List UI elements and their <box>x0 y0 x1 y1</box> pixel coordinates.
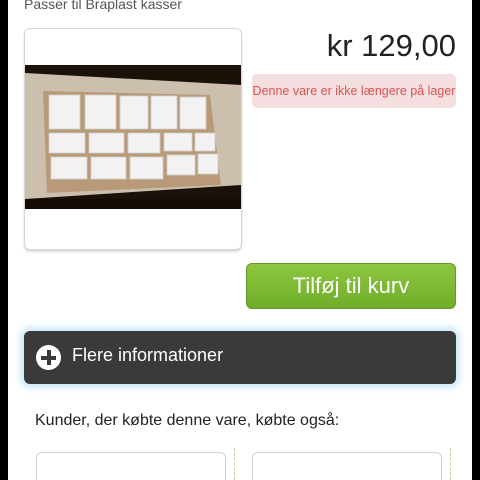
more-info-label: Flere informationer <box>72 345 224 365</box>
plus-icon <box>36 345 61 370</box>
product-subtitle: Passer til Braplast kasser <box>24 0 182 12</box>
product-page: Passer til Braplast kasser kr 129,00 Den… <box>8 0 472 480</box>
divider <box>234 448 235 480</box>
more-info-toggle[interactable]: Flere informationer <box>24 331 456 384</box>
product-price: kr 129,00 <box>326 28 456 63</box>
product-image-card[interactable] <box>24 28 242 250</box>
related-product-card[interactable] <box>252 452 442 480</box>
divider <box>450 448 451 480</box>
related-product-card[interactable] <box>36 452 226 480</box>
product-photo <box>25 65 241 209</box>
out-of-stock-badge: Denne vare er ikke længere på lager <box>252 74 456 108</box>
add-to-cart-button[interactable]: Tilføj til kurv <box>246 263 456 309</box>
related-products-heading: Kunder, der købte denne vare, købte også… <box>35 412 340 429</box>
